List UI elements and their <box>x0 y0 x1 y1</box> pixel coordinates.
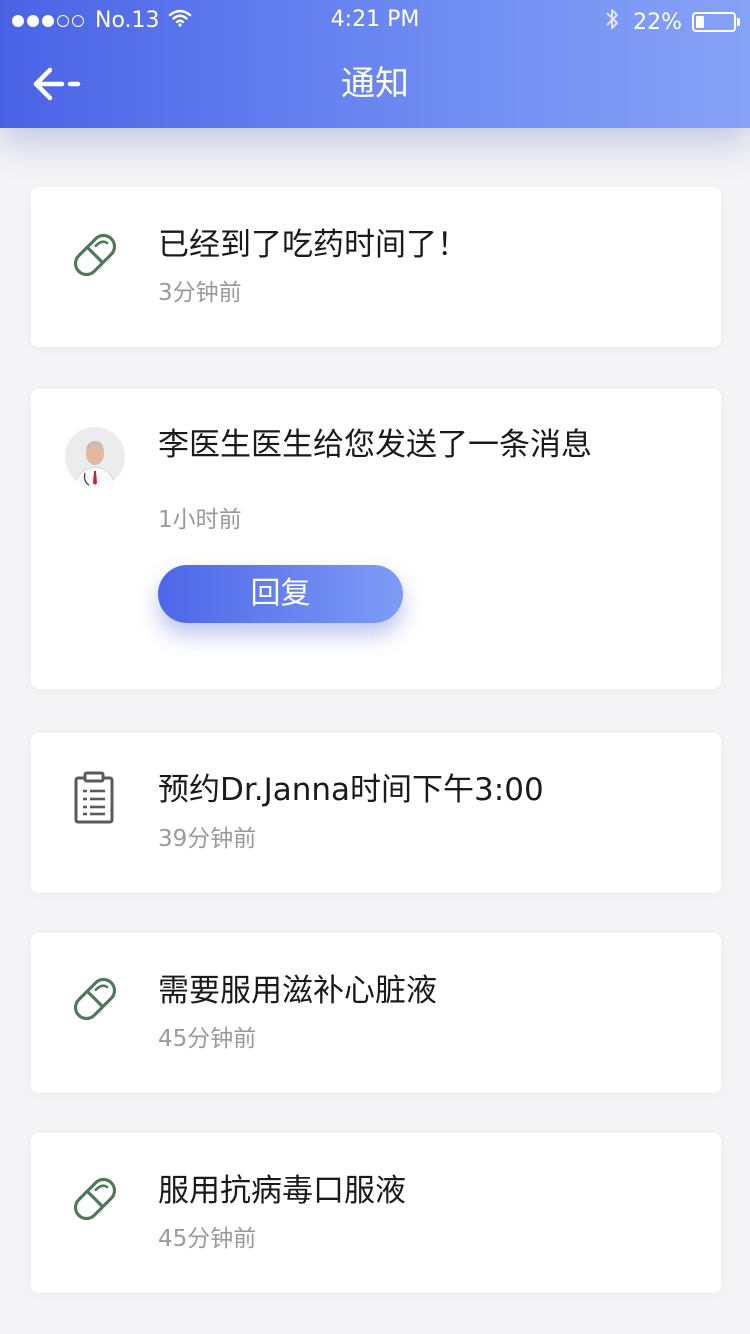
header: No.13 4:21 PM 22% 通知 <box>0 0 750 128</box>
notification-title: 需要服用滋补心脏液 <box>158 973 437 1009</box>
notification-title: 已经到了吃药时间了！ <box>158 227 468 263</box>
notification-card[interactable]: 需要服用滋补心脏液 45分钟前 <box>31 933 721 1093</box>
notification-card[interactable]: 服用抗病毒口服液 45分钟前 <box>31 1133 721 1293</box>
battery-percent: 22% <box>633 9 682 35</box>
battery-icon <box>692 12 740 32</box>
status-bar: No.13 4:21 PM 22% <box>0 0 750 40</box>
doctor-avatar <box>65 427 125 487</box>
bluetooth-icon <box>605 7 619 37</box>
notification-title: 预约Dr.Janna时间下午3:00 <box>158 772 544 808</box>
notification-title: 服用抗病毒口服液 <box>158 1173 406 1209</box>
notification-card[interactable]: 李医生医生给您发送了一条消息 1小时前 回复 <box>31 389 721 689</box>
status-right: 22% <box>605 7 740 37</box>
notification-card[interactable]: 已经到了吃药时间了！ 3分钟前 <box>31 187 721 347</box>
clipboard-icon <box>71 771 119 829</box>
notification-title: 李医生医生给您发送了一条消息 <box>158 427 592 463</box>
battery-fill <box>696 16 704 28</box>
notification-time: 45分钟前 <box>158 1226 257 1252</box>
pill-icon <box>67 227 123 287</box>
page-title: 通知 <box>341 64 409 104</box>
pill-icon <box>67 971 123 1031</box>
notification-time: 1小时前 <box>158 507 242 533</box>
notification-card[interactable]: 预约Dr.Janna时间下午3:00 39分钟前 <box>31 733 721 893</box>
notification-time: 45分钟前 <box>158 1026 257 1052</box>
pill-icon <box>67 1171 123 1231</box>
reply-button[interactable]: 回复 <box>158 565 403 623</box>
notification-time: 39分钟前 <box>158 826 257 852</box>
notification-time: 3分钟前 <box>158 280 242 306</box>
